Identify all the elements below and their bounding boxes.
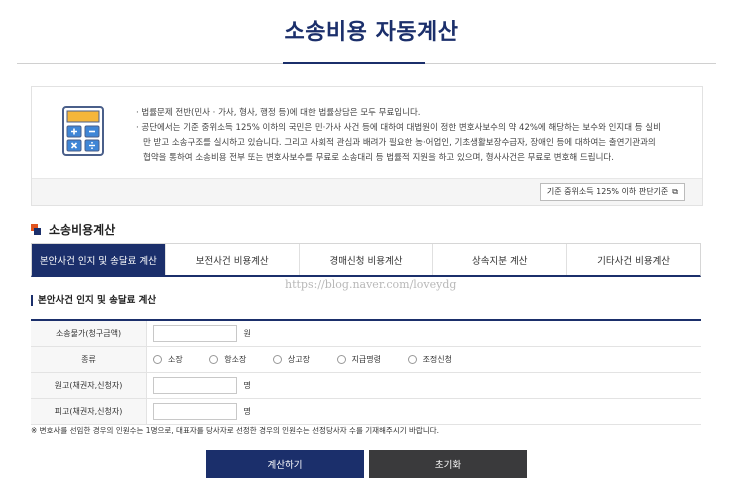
form-note: ※ 변호사를 선임한 경우의 인원수는 1명으로, 대표자를 당사자로 선정한 … — [31, 426, 439, 435]
form-row-plaintiff: 원고(채권자,신청자) 명 — [31, 372, 701, 399]
reset-button[interactable]: 초기화 — [369, 450, 527, 478]
info-line: · 법률문제 전반(민사 · 가사, 형사, 행정 등)에 대한 법률상담은 모… — [136, 108, 421, 118]
plaintiff-unit: 명 — [243, 381, 251, 390]
calculator-icon — [62, 106, 104, 156]
plaintiff-label: 원고(채권자,신청자) — [31, 372, 147, 399]
info-line: 협약을 통하여 소송비용 전부 또는 변호사보수를 무료로 소송대리 등 법률적… — [143, 153, 614, 163]
info-text: · 법률문제 전반(민사 · 가사, 형사, 행정 등)에 대한 법률상담은 모… — [136, 106, 686, 166]
income-criteria-label: 기준 중위소득 125% 이하 판단기준 — [546, 187, 669, 196]
title-accent-line — [283, 62, 425, 64]
form-row-type: 종류 소장 항소장 상고장 지급명령 조정신청 — [31, 346, 701, 373]
section-heading: 소송비용계산 — [31, 221, 115, 238]
tab-preservation[interactable]: 보전사건 비용계산 — [164, 244, 299, 275]
radio-complaint[interactable]: 소장 — [153, 354, 183, 365]
calculate-button[interactable]: 계산하기 — [206, 450, 364, 478]
radio-button[interactable] — [407, 355, 417, 364]
info-line: · 공단에서는 기준 중위소득 125% 이하의 국민은 민·가사 사건 등에 … — [136, 123, 661, 133]
radio-button[interactable] — [209, 355, 219, 364]
section-title: 소송비용계산 — [49, 223, 116, 237]
info-footer: 기준 중위소득 125% 이하 판단기준 ⧉ — [32, 178, 702, 205]
calculation-form: 소송물가(청구금액) 원 종류 소장 항소장 상고장 지급명령 조정신청 원고(… — [31, 319, 701, 425]
amount-unit: 원 — [243, 329, 251, 338]
radio-button[interactable] — [272, 355, 282, 364]
claim-amount-input[interactable] — [153, 325, 237, 342]
radio-button[interactable] — [336, 355, 346, 364]
form-row-defendant: 피고(채권자,신청자) 명 — [31, 398, 701, 425]
external-link-icon: ⧉ — [672, 187, 678, 196]
tab-other[interactable]: 기타사건 비용계산 — [566, 244, 700, 275]
calculator-tabs: 본안사건 인지 및 송달료 계산 보전사건 비용계산 경매신청 비용계산 상속지… — [31, 243, 701, 277]
page-title: 소송비용 자동계산 — [284, 20, 459, 45]
plaintiff-count-input[interactable] — [153, 377, 237, 394]
form-title: 본안사건 인지 및 송달료 계산 — [31, 295, 156, 306]
radio-final-appeal[interactable]: 상고장 — [272, 354, 310, 365]
info-box: · 법률문제 전반(민사 · 가사, 형사, 행정 등)에 대한 법률상담은 모… — [31, 86, 703, 206]
tab-inheritance[interactable]: 상속지분 계산 — [432, 244, 567, 275]
defendant-count-input[interactable] — [153, 403, 237, 420]
type-label: 종류 — [31, 346, 147, 373]
info-line: 만 받고 소송구조를 실시하고 있습니다. 그리고 사회적 관심과 배려가 필요… — [143, 138, 656, 148]
tab-auction[interactable]: 경매신청 비용계산 — [298, 244, 433, 275]
form-row-amount: 소송물가(청구금액) 원 — [31, 320, 701, 347]
amount-label: 소송물가(청구금액) — [31, 320, 147, 347]
blog-watermark: https://blog.naver.com/loveydg — [285, 278, 457, 291]
tab-main-case[interactable]: 본안사건 인지 및 송달료 계산 — [32, 244, 165, 275]
radio-appeal[interactable]: 항소장 — [209, 354, 246, 365]
defendant-unit: 명 — [243, 407, 251, 416]
radio-payment-order[interactable]: 지급명령 — [336, 354, 381, 365]
income-criteria-button[interactable]: 기준 중위소득 125% 이하 판단기준 ⧉ — [539, 183, 685, 201]
section-marker-icon — [31, 223, 43, 236]
defendant-label: 피고(채권자,신청자) — [31, 398, 147, 425]
radio-mediation[interactable]: 조정신청 — [407, 354, 452, 365]
radio-button[interactable] — [153, 355, 162, 364]
